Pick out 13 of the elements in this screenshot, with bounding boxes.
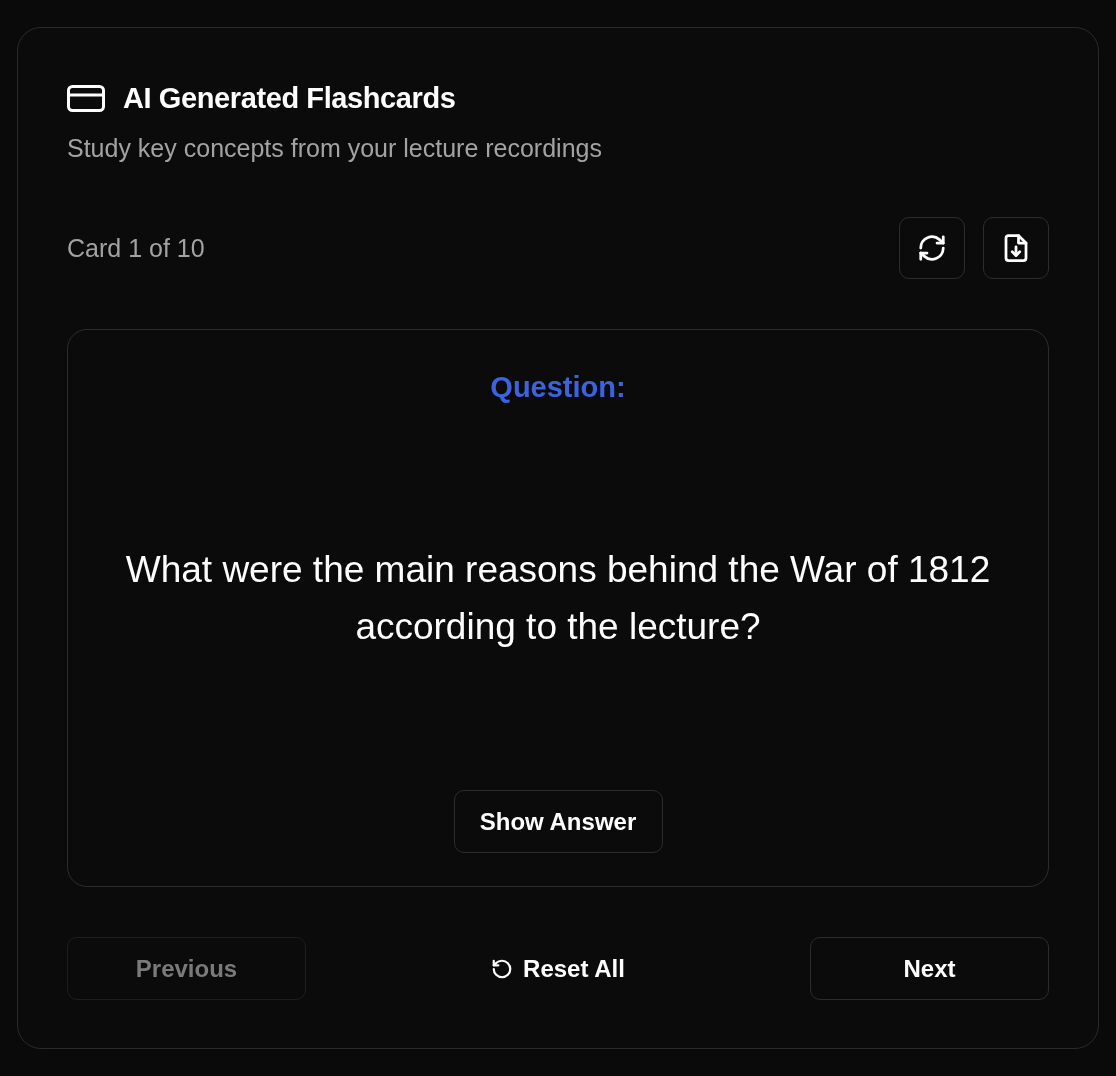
card-side-label: Question: <box>490 370 626 405</box>
shuffle-button[interactable] <box>899 217 965 279</box>
card-counter: Card 1 of 10 <box>67 233 205 263</box>
question-text: What were the main reasons behind the War of 1812 according to the lecture? <box>124 548 992 649</box>
panel-subtitle: Study key concepts from your lecture recordings <box>67 133 603 164</box>
rotate-left-icon <box>491 957 514 980</box>
panel-title: AI Generated Flashcards <box>123 81 456 116</box>
refresh-icon <box>917 233 947 263</box>
export-button[interactable] <box>983 217 1049 279</box>
credit-card-icon <box>67 84 105 112</box>
show-answer-button[interactable]: Show Answer <box>453 790 663 853</box>
reset-all-button[interactable]: Reset All <box>485 950 631 987</box>
next-button[interactable]: Next <box>810 937 1049 1000</box>
